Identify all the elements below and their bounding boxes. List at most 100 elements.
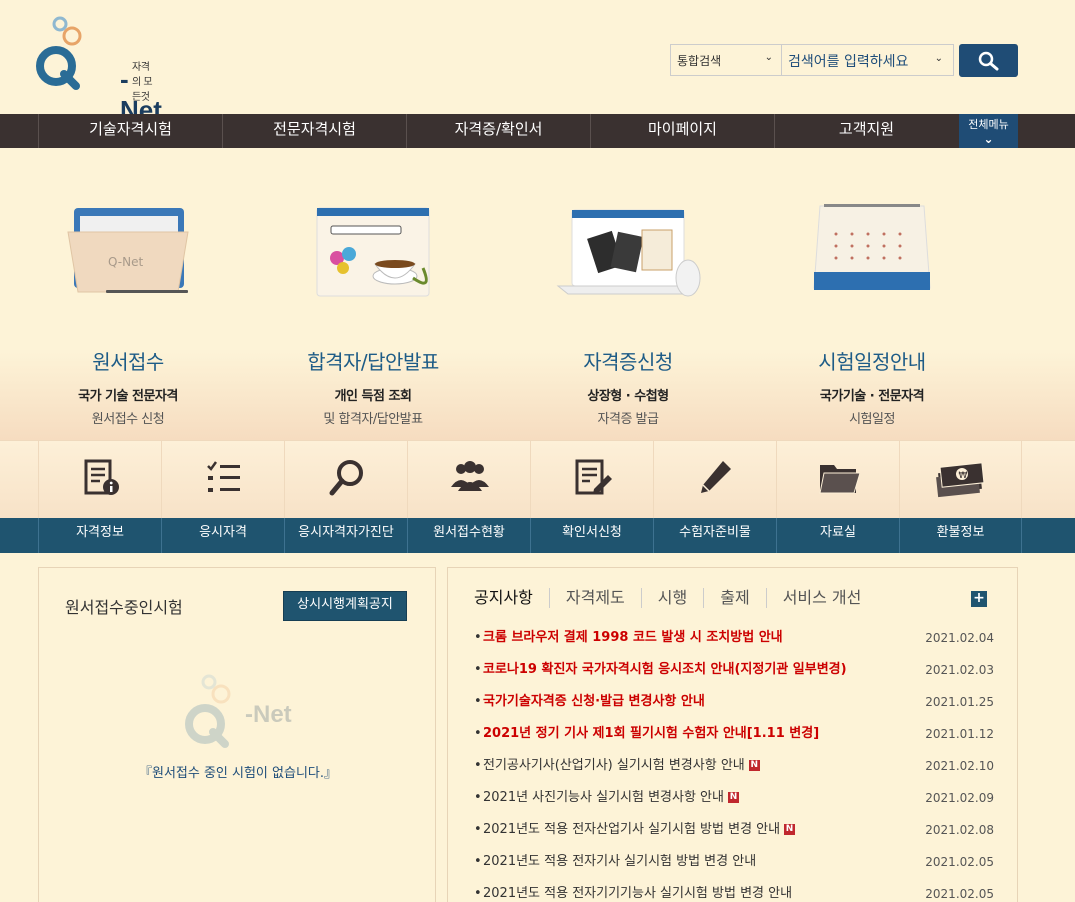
document-edit-icon [575, 459, 612, 495]
all-menu-label: 전체메뉴 [968, 118, 1009, 131]
hero-certificate[interactable]: 자격증신청 상장형 · 수첩형 자격증 발급 [528, 148, 728, 427]
search-placeholder: 검색어를 입력하세요 [788, 54, 909, 70]
panel-title: 원서접수중인시험 [65, 598, 183, 617]
header: 자격의 모든것 -Net 통합검색 ⌄ 검색어를 입력하세요 ⌄ [0, 0, 1075, 125]
notice-title-text: 전기공사기사(산업기사) 실기시험 변경사항 안내 [483, 758, 745, 773]
hero-sub2: 자격증 발급 [597, 412, 659, 427]
list-item[interactable]: • 코로나19 확진자 국가자격시험 응시조치 안내(지정기관 일부변경) 2021… [474, 660, 994, 692]
notice-date: 2021.02.03 [925, 663, 994, 677]
quick-label-refund[interactable]: 환불정보 [899, 518, 1022, 553]
svg-text:₩: ₩ [959, 471, 968, 481]
users-icon [451, 461, 489, 491]
bullet: • [474, 854, 482, 869]
list-item[interactable]: • 2021년도 적용 전자기사 실기시험 방법 변경 안내 2021.02.05 [474, 852, 994, 884]
list-item[interactable]: • 2021년 정기 기사 제1회 필기시험 수험자 안내[1.11 변경] 202… [474, 724, 994, 756]
qnet-logo[interactable]: 자격의 모든것 -Net [36, 14, 162, 125]
quick-label-bar: 자격정보 응시자격 응시자격자가진단 원서접수현황 확인서신청 수험자준비물 자… [0, 518, 1075, 553]
nav-item-tech-exam[interactable]: 기술자격시험 [38, 114, 222, 148]
folder-icon [819, 465, 860, 494]
tab-service-improvement[interactable]: 서비스 개선 [765, 588, 878, 608]
bullet: • [474, 758, 482, 773]
quick-info[interactable] [38, 441, 161, 518]
hero-results[interactable]: 합격자/답안발표 개인 득점 조회 및 합격자/답안발표 [273, 148, 473, 427]
notice-title-text: 크롬 브라우저 결제 1998 코드 발생 시 조치방법 안내 [483, 630, 783, 645]
quick-label-self-check[interactable]: 응시자격자가진단 [284, 518, 407, 553]
notice-panel: 공지사항 자격제도 시행 출제 서비스 개선 + • 크롬 브라우저 결제 199… [447, 567, 1018, 902]
quick-confirmation[interactable] [530, 441, 653, 518]
quick-label-eligibility[interactable]: 응시자격 [161, 518, 284, 553]
browser-illustration [273, 202, 473, 352]
bullet: • [474, 790, 482, 805]
quick-label-supplies[interactable]: 수험자준비물 [653, 518, 776, 553]
quick-supplies[interactable] [653, 441, 776, 518]
list-item[interactable]: • 2021년도 적용 전자기기기능사 실기시험 방법 변경 안내 2021.02.… [474, 884, 994, 902]
bullet: • [474, 662, 482, 677]
tab-qualification-system[interactable]: 자격제도 [548, 588, 641, 608]
nav-item-certificate[interactable]: 자격증/확인서 [406, 114, 590, 148]
search-input[interactable]: 검색어를 입력하세요 ⌄ [782, 44, 954, 76]
bullet: • [474, 694, 482, 709]
nav-item-support[interactable]: 고객지원 [774, 114, 958, 148]
notice-title[interactable]: 국가기술자격증 신청·발급 변경사항 안내 [483, 692, 705, 712]
more-button[interactable]: + [971, 591, 987, 607]
notice-title[interactable]: 전기공사기사(산업기사) 실기시험 변경사항 안내 N [483, 756, 760, 776]
quick-label-archive[interactable]: 자료실 [776, 518, 899, 553]
notice-title-text: 코로나19 확진자 국가자격시험 응시조치 안내(지정기관 일부변경) [483, 662, 847, 677]
notice-date: 2021.02.09 [925, 791, 994, 805]
bullet: • [474, 822, 482, 837]
nav-item-pro-exam[interactable]: 전문자격시험 [222, 114, 406, 148]
chevron-down-icon: ⌄ [764, 52, 773, 63]
notice-date: 2021.02.05 [925, 855, 994, 869]
list-item[interactable]: • 국가기술자격증 신청·발급 변경사항 안내 2021.01.25 [474, 692, 994, 724]
hero-application[interactable]: Q-Net 원서접수 국가 기술 전문자격 원서접수 신청 [28, 148, 228, 427]
list-item[interactable]: • 2021년 사진기능사 실기시험 변경사항 안내 N 2021.02.09 [474, 788, 994, 820]
open-applications-panel: 원서접수중인시험 상시시행계획공지 -Net 『원서접수 중인 시험이 없습니다… [38, 567, 436, 902]
notice-title[interactable]: 2021년도 적용 전자기사 실기시험 방법 변경 안내 [483, 852, 756, 872]
magnifier-icon [329, 460, 363, 496]
hero-sub1: 국가기술 · 전문자격 [819, 389, 925, 404]
quick-self-check[interactable] [284, 441, 407, 518]
notice-title[interactable]: 코로나19 확진자 국가자격시험 응시조치 안내(지정기관 일부변경) [483, 660, 847, 680]
quick-application-status[interactable] [407, 441, 530, 518]
notice-title[interactable]: 2021년 정기 기사 제1회 필기시험 수험자 안내[1.11 변경] [483, 724, 819, 744]
notice-date: 2021.02.04 [925, 631, 994, 645]
search-scope-select[interactable]: 통합검색 ⌄ [670, 44, 782, 76]
notice-title[interactable]: 2021년 사진기능사 실기시험 변경사항 안내 N [483, 788, 739, 808]
chevron-down-icon: ⌄ [983, 132, 994, 146]
checklist-icon [207, 461, 240, 492]
notice-title-text: 2021년도 적용 전자기기기능사 실기시험 방법 변경 안내 [483, 886, 793, 901]
quick-label-info[interactable]: 자격정보 [38, 518, 161, 553]
search-button[interactable] [959, 44, 1018, 77]
hero-schedule[interactable]: 시험일정안내 국가기술 · 전문자격 시험일정 [772, 148, 972, 427]
nav-item-mypage[interactable]: 마이페이지 [590, 114, 774, 148]
list-item[interactable]: • 크롬 브라우저 결제 1998 코드 발생 시 조치방법 안내 2021.02.… [474, 628, 994, 660]
quick-label-application-status[interactable]: 원서접수현황 [407, 518, 530, 553]
quick-label-confirmation[interactable]: 확인서신청 [530, 518, 653, 553]
new-badge: N [784, 824, 796, 835]
hero-sub1: 개인 득점 조회 [334, 389, 412, 404]
quick-archive[interactable] [776, 441, 899, 518]
regular-schedule-button[interactable]: 상시시행계획공지 [283, 591, 407, 621]
search-icon [978, 51, 999, 71]
notice-title[interactable]: 2021년도 적용 전자산업기사 실기시험 방법 변경 안내 N [483, 820, 796, 840]
tab-questions[interactable]: 출제 [703, 588, 765, 608]
list-item[interactable]: • 2021년도 적용 전자산업기사 실기시험 방법 변경 안내 N 2021.02.… [474, 820, 994, 852]
all-menu-button[interactable]: 전체메뉴 ⌄ [959, 114, 1018, 148]
svg-text:-Net: -Net [245, 701, 292, 728]
bullet: • [474, 886, 482, 901]
tab-notice[interactable]: 공지사항 [474, 588, 549, 608]
money-icon: ₩ [936, 462, 985, 498]
tab-enforcement[interactable]: 시행 [640, 588, 703, 608]
quick-eligibility[interactable] [161, 441, 284, 518]
list-item[interactable]: • 전기공사기사(산업기사) 실기시험 변경사항 안내 N 2021.02.10 [474, 756, 994, 788]
laptop-illustration [528, 202, 728, 352]
notice-title[interactable]: 크롬 브라우저 결제 1998 코드 발생 시 조치방법 안내 [483, 628, 783, 648]
notice-date: 2021.02.05 [925, 887, 994, 901]
quick-refund[interactable]: ₩ [899, 441, 1022, 518]
notice-title-text: 국가기술자격증 신청·발급 변경사항 안내 [483, 694, 705, 709]
notice-date: 2021.02.08 [925, 823, 994, 837]
hero-sub2: 원서접수 신청 [91, 412, 165, 427]
notice-tabs: 공지사항 자격제도 시행 출제 서비스 개선 [474, 588, 877, 612]
notice-title[interactable]: 2021년도 적용 전자기기기능사 실기시험 방법 변경 안내 [483, 884, 792, 902]
document-info-icon [84, 459, 119, 495]
